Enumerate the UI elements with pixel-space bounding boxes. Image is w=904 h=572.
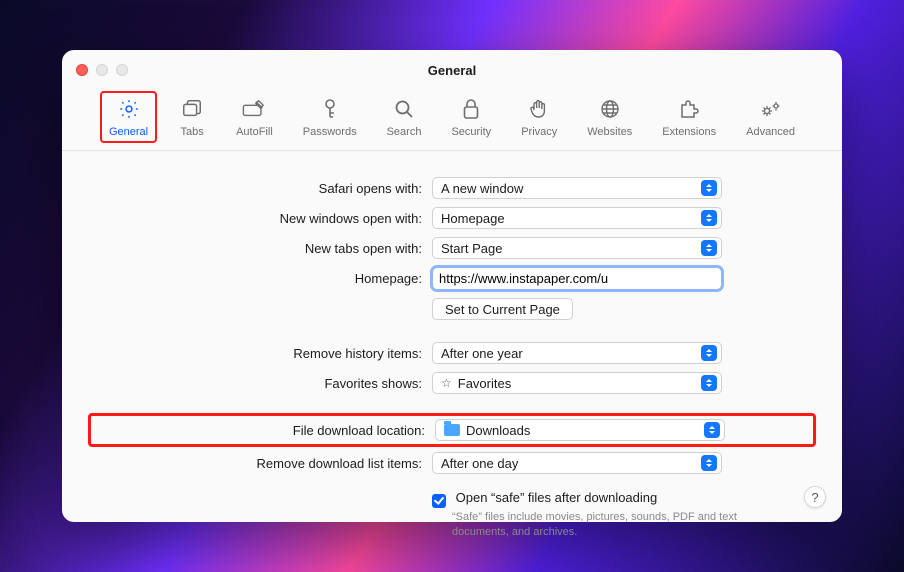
label-file-download-location: File download location: — [95, 423, 435, 438]
chevron-updown-icon — [701, 455, 717, 471]
label-safari-opens-with: Safari opens with: — [92, 181, 432, 196]
file-download-location-select[interactable]: Downloads — [435, 419, 725, 441]
chevron-updown-icon — [701, 240, 717, 256]
open-safe-files-label: Open “safe” files after downloading — [456, 490, 658, 505]
label-favorites-shows: Favorites shows: — [92, 376, 432, 391]
toolbar-tab-tabs[interactable]: Tabs — [174, 94, 210, 140]
new-tabs-open-with-select[interactable]: Start Page — [432, 237, 722, 259]
toolbar-label: Websites — [587, 126, 632, 138]
toolbar-label: AutoFill — [236, 126, 273, 138]
remove-history-select[interactable]: After one year — [432, 342, 722, 364]
chevron-updown-icon — [701, 375, 717, 391]
gears-icon — [757, 96, 785, 122]
pencil-icon — [240, 96, 268, 122]
toolbar-label: Privacy — [521, 126, 557, 138]
content-area: Safari opens with: A new window New wind… — [62, 151, 842, 558]
remove-download-list-select[interactable]: After one day — [432, 452, 722, 474]
close-window-button[interactable] — [76, 64, 88, 76]
tabs-icon — [178, 96, 206, 122]
toolbar-tab-passwords[interactable]: Passwords — [299, 94, 361, 140]
favorites-shows-select[interactable]: ☆Favorites — [432, 372, 722, 394]
toolbar-tab-search[interactable]: Search — [383, 94, 426, 140]
titlebar: General — [62, 50, 842, 90]
puzzle-icon — [675, 96, 703, 122]
window-controls — [76, 64, 128, 76]
set-to-current-page-button[interactable]: Set to Current Page — [432, 298, 573, 320]
toolbar-tab-websites[interactable]: Websites — [583, 94, 636, 140]
annotation-highlight-download-location: File download location: Downloads — [88, 413, 816, 447]
folder-icon — [444, 424, 460, 436]
label-remove-download-list: Remove download list items: — [92, 456, 432, 471]
label-remove-history: Remove history items: — [92, 346, 432, 361]
homepage-field[interactable] — [432, 267, 722, 290]
toolbar-tab-general[interactable]: General — [105, 94, 152, 140]
chevron-updown-icon — [701, 345, 717, 361]
globe-icon — [596, 96, 624, 122]
chevron-updown-icon — [704, 422, 720, 438]
key-icon — [316, 96, 344, 122]
annotation-highlight-general: General — [100, 91, 157, 143]
lock-icon — [457, 96, 485, 122]
preferences-toolbar: General Tabs AutoFill Passwords Searc — [62, 90, 842, 151]
preferences-window: General General Tabs AutoFill — [62, 50, 842, 522]
safari-opens-with-select[interactable]: A new window — [432, 177, 722, 199]
toolbar-label: Advanced — [746, 126, 795, 138]
toolbar-label: Extensions — [662, 126, 716, 138]
label-homepage: Homepage: — [92, 271, 432, 286]
new-windows-open-with-select[interactable]: Homepage — [432, 207, 722, 229]
help-button[interactable]: ? — [804, 486, 826, 508]
open-safe-files-checkbox[interactable] — [432, 494, 446, 508]
toolbar-tab-security[interactable]: Security — [447, 94, 495, 140]
toolbar-label: Security — [451, 126, 491, 138]
toolbar-tab-privacy[interactable]: Privacy — [517, 94, 561, 140]
toolbar-tab-advanced[interactable]: Advanced — [742, 94, 799, 140]
chevron-updown-icon — [701, 180, 717, 196]
chevron-updown-icon — [701, 210, 717, 226]
hand-icon — [525, 96, 553, 122]
toolbar-label: Passwords — [303, 126, 357, 138]
toolbar-label: Tabs — [180, 126, 203, 138]
zoom-window-button[interactable] — [116, 64, 128, 76]
toolbar-label: Search — [387, 126, 422, 138]
toolbar-label: General — [109, 126, 148, 138]
window-title: General — [62, 63, 842, 78]
label-new-windows: New windows open with: — [92, 211, 432, 226]
toolbar-tab-autofill[interactable]: AutoFill — [232, 94, 277, 140]
open-safe-files-checkbox-row[interactable]: Open “safe” files after downloading — [432, 490, 752, 506]
label-new-tabs: New tabs open with: — [92, 241, 432, 256]
minimize-window-button[interactable] — [96, 64, 108, 76]
open-safe-files-hint: “Safe” files include movies, pictures, s… — [432, 510, 752, 541]
gear-icon — [115, 96, 143, 122]
search-icon — [390, 96, 418, 122]
toolbar-tab-extensions[interactable]: Extensions — [658, 94, 720, 140]
star-icon: ☆ — [441, 376, 452, 390]
